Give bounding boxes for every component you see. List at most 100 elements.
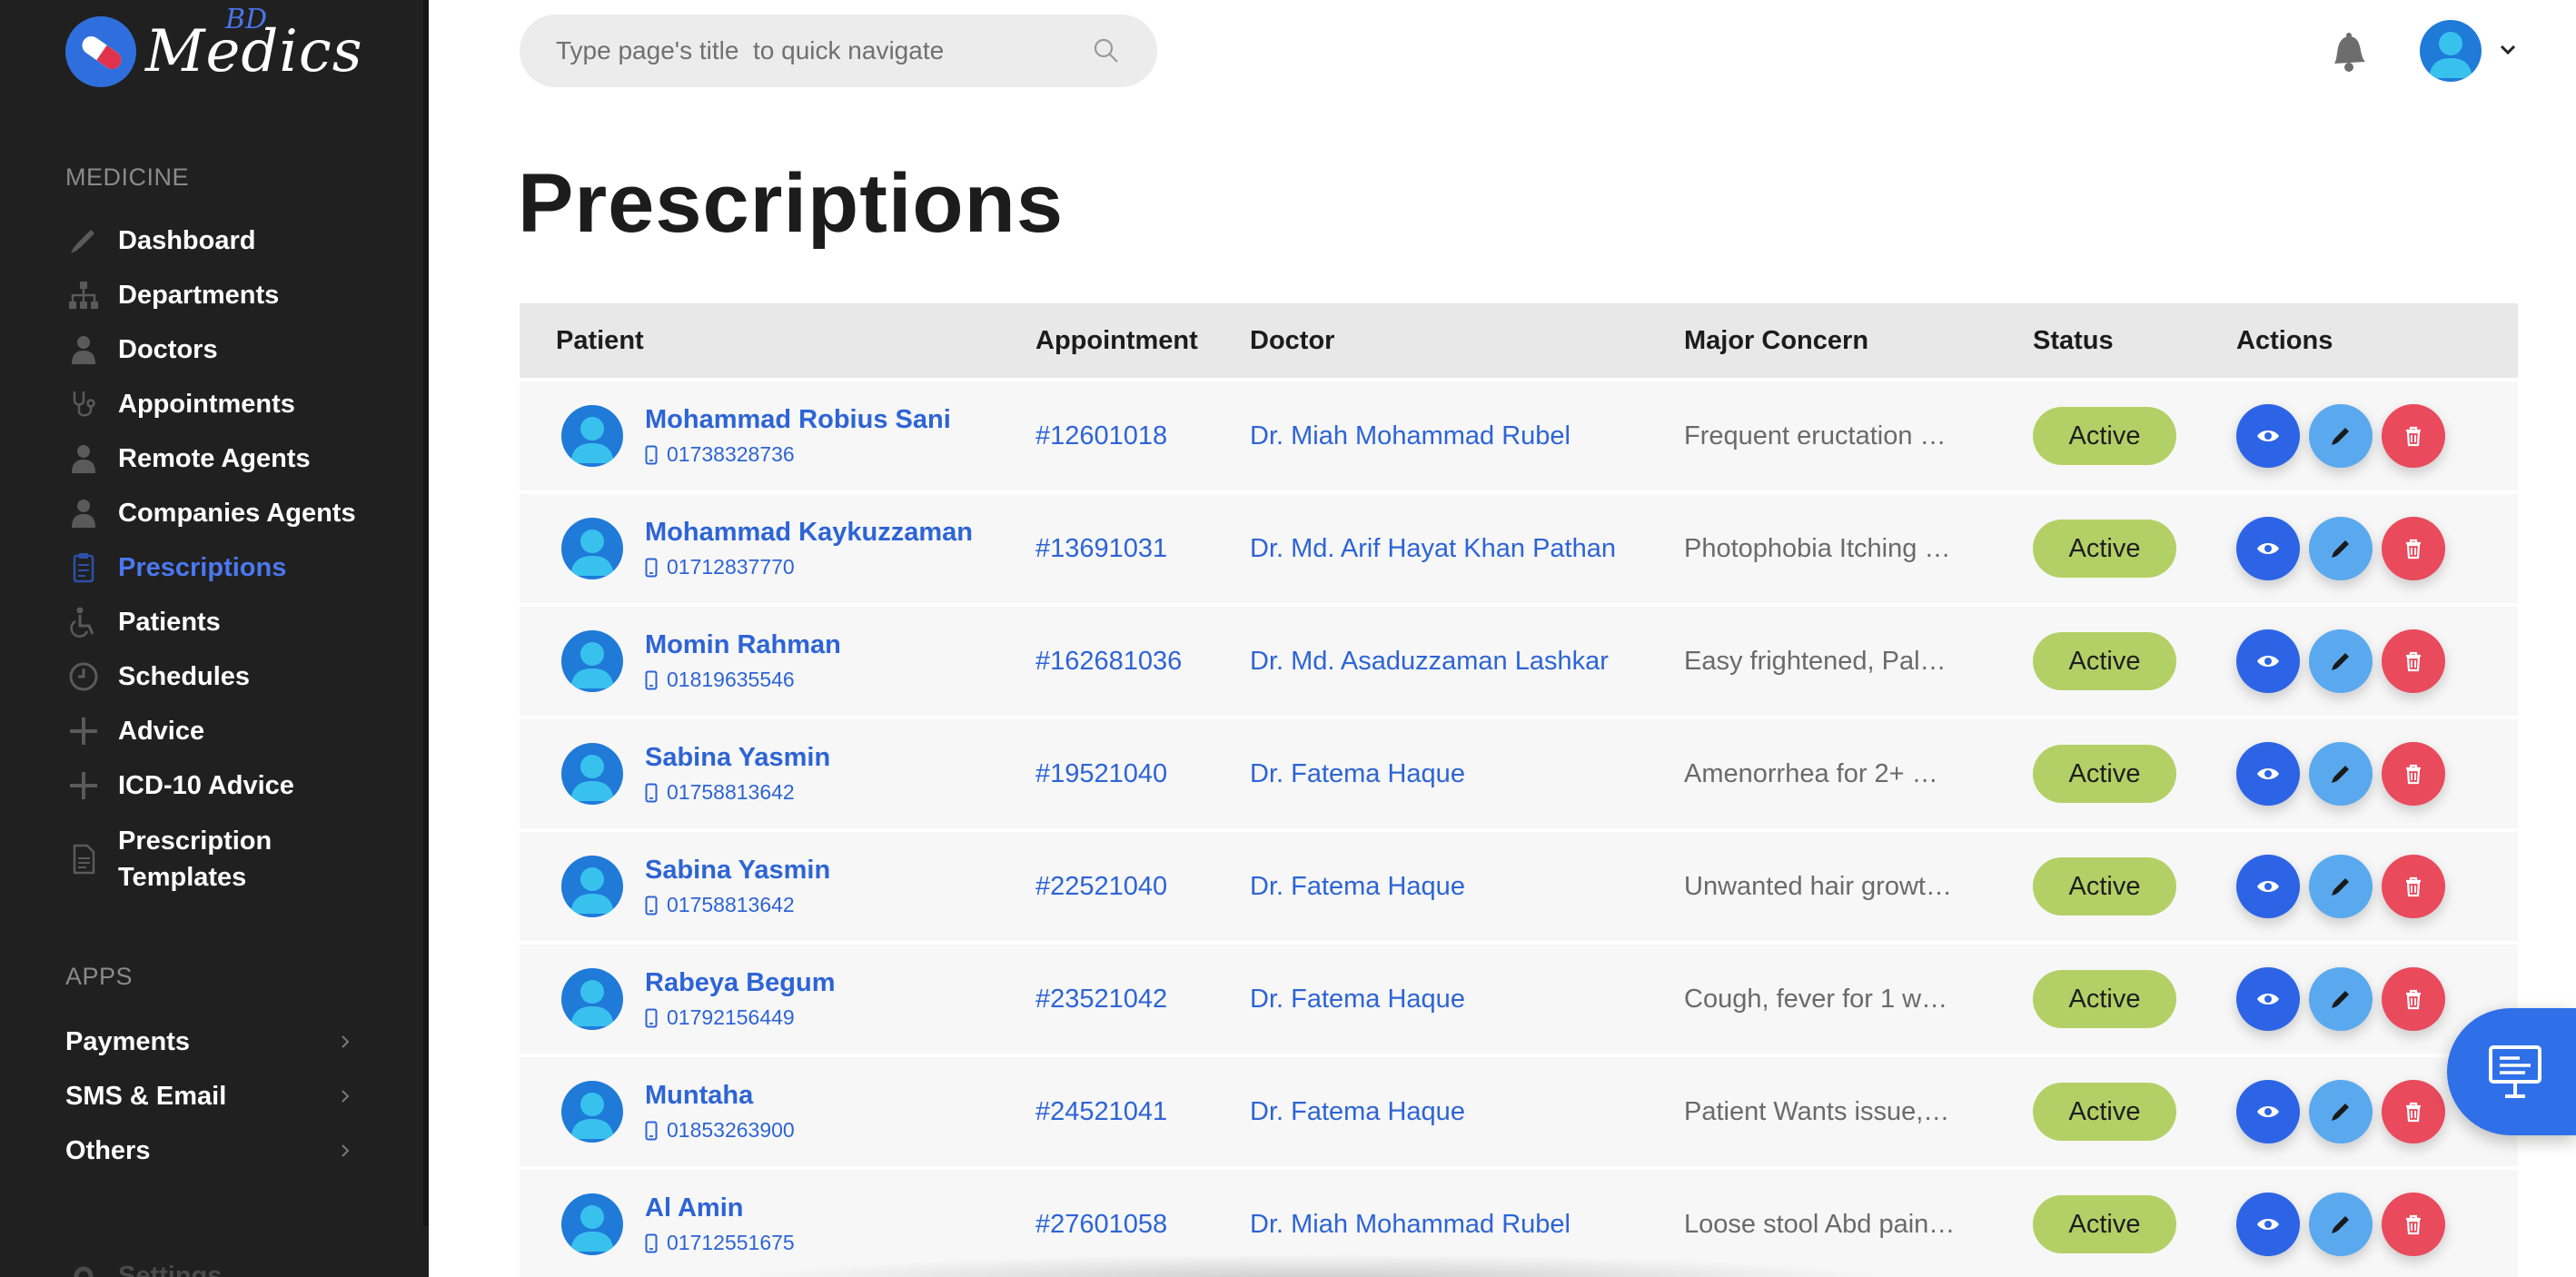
avatar-person-icon — [570, 642, 614, 688]
avatar-person-icon — [570, 417, 614, 463]
user-avatar[interactable] — [2420, 20, 2482, 82]
notification-bell-icon[interactable] — [2325, 27, 2371, 76]
sidebar-item-prescriptions[interactable]: Prescriptions — [65, 545, 286, 590]
doctor-link[interactable]: Dr. Fatema Haque — [1250, 872, 1465, 902]
delete-button[interactable] — [2382, 1193, 2445, 1256]
delete-button[interactable] — [2382, 517, 2445, 580]
doctor-link[interactable]: Dr. Miah Mohammad Rubel — [1250, 421, 1570, 451]
pencil-icon — [2332, 1104, 2349, 1121]
view-button[interactable] — [2236, 742, 2300, 806]
delete-button[interactable] — [2382, 1080, 2445, 1143]
sidebar-item-sms-email[interactable]: SMS & Email — [65, 1074, 354, 1119]
actions-cell — [2236, 607, 2454, 716]
patient-info: Sabina Yasmin 01758813642 — [645, 856, 830, 917]
patient-name-link[interactable]: Al Amin — [645, 1193, 795, 1223]
patient-phone-number: 01758813642 — [667, 893, 795, 916]
patient-cell: Muntaha 01853263900 — [561, 1057, 795, 1166]
view-button[interactable] — [2236, 1193, 2300, 1256]
plus-icon — [65, 713, 102, 749]
appointment-link[interactable]: #19521040 — [1035, 759, 1167, 789]
sidebar-item-icd10-advice[interactable]: ICD-10 Advice — [65, 763, 294, 808]
delete-button[interactable] — [2382, 404, 2445, 468]
doctor-link[interactable]: Dr. Fatema Haque — [1250, 985, 1465, 1015]
column-header-doctor[interactable]: Doctor — [1250, 326, 1334, 356]
edit-button[interactable] — [2309, 742, 2373, 806]
search-icon[interactable] — [1092, 36, 1121, 65]
brand-logo[interactable]: Medics — [65, 16, 363, 87]
edit-button[interactable] — [2309, 967, 2373, 1031]
doctor-link[interactable]: Dr. Md. Asaduzzaman Lashkar — [1250, 647, 1609, 677]
avatar-person-icon — [570, 1093, 614, 1139]
sidebar-item-schedules[interactable]: Schedules — [65, 654, 250, 699]
patient-name-link[interactable]: Sabina Yasmin — [645, 856, 830, 886]
edit-button[interactable] — [2309, 517, 2373, 580]
actions-cell — [2236, 494, 2454, 603]
delete-button[interactable] — [2382, 629, 2445, 693]
sidebar-item-doctors[interactable]: Doctors — [65, 327, 218, 372]
column-header-appointment[interactable]: Appointment — [1035, 326, 1198, 356]
sidebar-item-patients[interactable]: Patients — [65, 599, 221, 645]
appointment-link[interactable]: #24521041 — [1035, 1097, 1167, 1127]
view-button[interactable] — [2236, 517, 2300, 580]
edit-button[interactable] — [2309, 1193, 2373, 1256]
delete-button[interactable] — [2382, 967, 2445, 1031]
doctor-link[interactable]: Dr. Miah Mohammad Rubel — [1250, 1210, 1570, 1240]
edit-button[interactable] — [2309, 855, 2373, 918]
appointment-link[interactable]: #27601058 — [1035, 1210, 1167, 1240]
sidebar-item-label: Companies Agents — [118, 499, 356, 528]
column-header-major-concern[interactable]: Major Concern — [1684, 326, 1868, 356]
sidebar-item-advice[interactable]: Advice — [65, 708, 204, 754]
view-button[interactable] — [2236, 629, 2300, 693]
view-button[interactable] — [2236, 967, 2300, 1031]
edit-button[interactable] — [2309, 1080, 2373, 1143]
column-header-status[interactable]: Status — [2033, 326, 2114, 356]
sidebar-item-departments[interactable]: Departments — [65, 272, 279, 318]
sidebar-item-remote-agents[interactable]: Remote Agents — [65, 436, 311, 481]
sitemap-icon — [65, 277, 102, 313]
sidebar-item-dashboard[interactable]: Dashboard — [65, 218, 255, 263]
view-button[interactable] — [2236, 404, 2300, 468]
patient-name-link[interactable]: Muntaha — [645, 1081, 795, 1111]
view-button[interactable] — [2236, 1080, 2300, 1143]
quick-navigate-search[interactable] — [520, 15, 1157, 87]
doctor-link[interactable]: Dr. Fatema Haque — [1250, 759, 1465, 789]
patient-phone-number: 01738328736 — [667, 442, 795, 466]
sidebar-item-payments[interactable]: Payments — [65, 1019, 354, 1064]
patient-avatar — [561, 405, 623, 467]
status-badge: Active — [2033, 520, 2176, 578]
appointment-link[interactable]: #162681036 — [1035, 647, 1182, 677]
chevron-down-icon[interactable] — [2498, 42, 2518, 58]
sidebar-item-others[interactable]: Others — [65, 1128, 354, 1173]
delete-button[interactable] — [2382, 855, 2445, 918]
sidebar-item-appointments[interactable]: Appointments — [65, 381, 295, 427]
edit-button[interactable] — [2309, 404, 2373, 468]
appointment-link[interactable]: #12601018 — [1035, 421, 1167, 451]
patient-name-link[interactable]: Rabeya Begum — [645, 968, 836, 998]
concern-cell: Amenorrhea for 2+ mo... — [1684, 719, 1957, 828]
delete-button[interactable] — [2382, 742, 2445, 806]
sidebar-item-settings[interactable]: Settings — [65, 1253, 222, 1277]
trash-icon — [2406, 876, 2421, 897]
agent-icon — [65, 495, 102, 531]
pencil-icon — [2332, 653, 2349, 670]
view-button[interactable] — [2236, 855, 2300, 918]
patient-name-link[interactable]: Momin Rahman — [645, 630, 841, 660]
column-header-patient[interactable]: Patient — [556, 326, 644, 356]
doctor-link[interactable]: Dr. Md. Arif Hayat Khan Pathan — [1250, 534, 1616, 564]
patient-name-link[interactable]: Mohammad Kaykuzzaman — [645, 518, 973, 548]
edit-button[interactable] — [2309, 629, 2373, 693]
appointment-link[interactable]: #13691031 — [1035, 534, 1167, 564]
patient-name-link[interactable]: Sabina Yasmin — [645, 743, 830, 773]
sidebar-item-prescription-templates[interactable]: Prescription Templates — [65, 823, 300, 896]
appointment-link[interactable]: #22521040 — [1035, 872, 1167, 902]
mobile-phone-icon — [645, 558, 658, 577]
appointment-link[interactable]: #23521042 — [1035, 985, 1167, 1015]
search-input[interactable] — [556, 36, 1092, 65]
sidebar-item-label: Departments — [118, 281, 280, 310]
doctor-link[interactable]: Dr. Fatema Haque — [1250, 1097, 1465, 1127]
presentation-fab-button[interactable] — [2447, 1008, 2576, 1135]
patient-name-link[interactable]: Mohammad Robius Sani — [645, 405, 951, 435]
sidebar-item-companies-agents[interactable]: Companies Agents — [65, 490, 356, 536]
doctor-cell: Dr. Miah Mohammad Rubel — [1250, 381, 1570, 490]
section-title-medicine: MEDICINE — [65, 163, 190, 191]
